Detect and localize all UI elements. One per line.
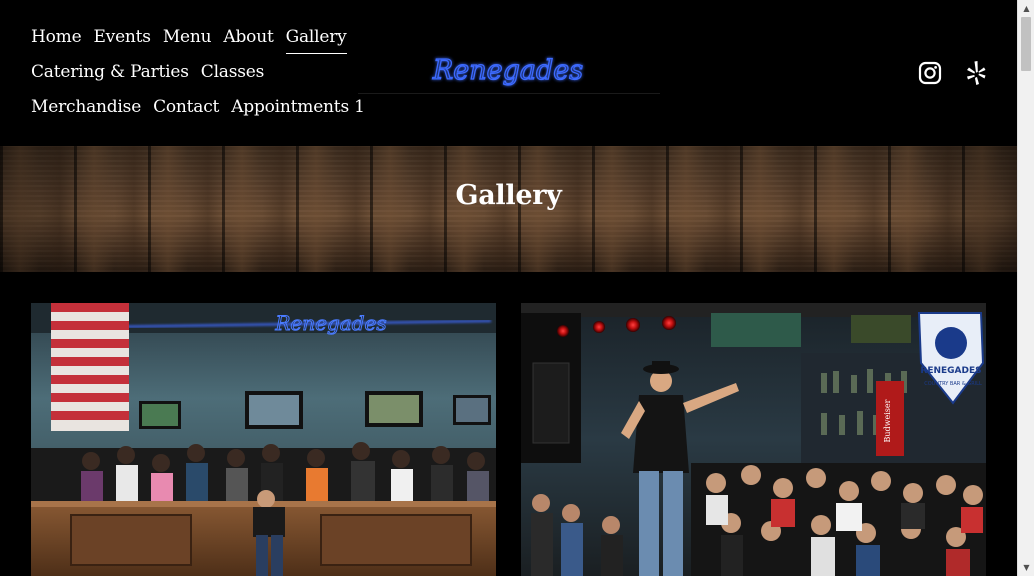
nav-gallery[interactable]: Gallery <box>285 24 347 54</box>
live-singer-image: Budweiser RENEGADES COUNTRY BAR & GRILL <box>521 303 986 576</box>
main-nav: Home Events Menu About Gallery Catering … <box>31 24 365 129</box>
scroll-down-arrow-icon[interactable]: ▼ <box>1018 559 1034 576</box>
photo-gallery: Renegades Budweiser RENEGADES COUNTRY BA… <box>31 303 986 576</box>
nav-about[interactable]: About <box>223 24 273 50</box>
site-header: Home Events Menu About Gallery Catering … <box>0 0 1017 146</box>
badge-subtext: COUNTRY BAR & GRILL <box>924 381 982 387</box>
neon-sign-text: Renegades <box>274 311 386 335</box>
vertical-scrollbar[interactable]: ▲ ▼ <box>1017 0 1034 576</box>
page-title: Gallery <box>455 180 562 211</box>
yelp-link[interactable] <box>964 60 988 86</box>
logo-text: Renegades <box>432 55 583 86</box>
nav-row-1: Home Events Menu About Gallery <box>31 24 361 59</box>
gallery-photo-bar-crowd[interactable]: Renegades <box>31 303 496 576</box>
nav-merchandise[interactable]: Merchandise <box>31 94 141 120</box>
gallery-photo-live-singer[interactable]: Budweiser RENEGADES COUNTRY BAR & GRILL <box>521 303 986 576</box>
instagram-link[interactable] <box>918 60 942 86</box>
yelp-icon <box>967 61 986 85</box>
scroll-thumb[interactable] <box>1021 17 1031 71</box>
nav-home[interactable]: Home <box>31 24 82 50</box>
social-links <box>918 60 988 86</box>
instagram-icon <box>918 61 942 85</box>
nav-contact[interactable]: Contact <box>153 94 219 120</box>
renegades-neon-logo: Renegades <box>366 54 652 87</box>
nav-classes[interactable]: Classes <box>201 59 265 85</box>
scroll-up-arrow-icon[interactable]: ▲ <box>1018 0 1034 17</box>
nav-row-3: Merchandise Contact Appointments 1 <box>31 94 365 129</box>
nav-catering-parties[interactable]: Catering & Parties <box>31 59 189 85</box>
site-logo[interactable]: Renegades <box>358 48 660 94</box>
bar-crowd-image: Renegades <box>31 303 496 576</box>
budweiser-sign-text: Budweiser <box>883 399 892 442</box>
nav-events[interactable]: Events <box>93 24 151 50</box>
nav-menu[interactable]: Menu <box>163 24 212 50</box>
page: Home Events Menu About Gallery Catering … <box>0 0 1017 576</box>
nav-row-2: Catering & Parties Classes <box>31 59 361 94</box>
page-banner: Gallery <box>0 146 1017 272</box>
nav-appointments[interactable]: Appointments 1 <box>231 94 365 120</box>
badge-text: RENEGADES <box>920 366 981 376</box>
